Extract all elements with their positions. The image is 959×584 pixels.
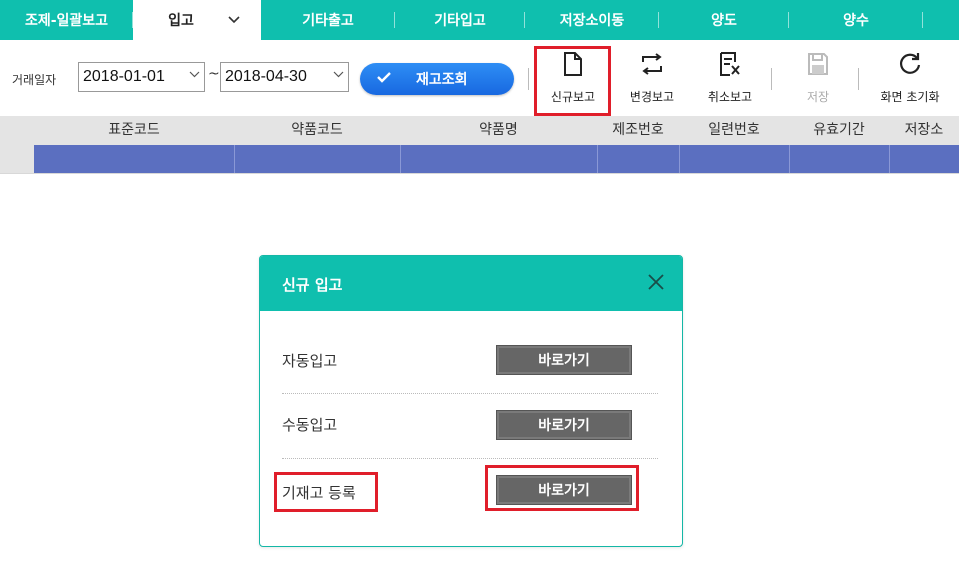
row-divider — [282, 458, 658, 459]
dialog-header: 신규 입고 — [260, 256, 682, 311]
existing-stock-label-highlight — [274, 472, 378, 512]
refresh-icon — [897, 48, 923, 80]
column-header-drug-code[interactable]: 약품코드 — [234, 116, 400, 145]
cancel-report-button[interactable]: 취소보고 — [698, 48, 762, 114]
reset-screen-button[interactable]: 화면 초기화 — [868, 48, 952, 114]
row-divider — [282, 393, 658, 394]
tab-dispense-batch-report[interactable]: 조제-일괄보고 — [0, 0, 133, 40]
grid-cell-divider — [400, 145, 401, 173]
tab-other-incoming[interactable]: 기타입고 — [395, 0, 525, 40]
toolbar-divider — [858, 68, 859, 90]
column-header-standard-code[interactable]: 표준코드 — [34, 116, 234, 145]
floppy-disk-icon — [807, 48, 829, 80]
grid-cell-divider — [789, 145, 790, 173]
dialog-title: 신규 입고 — [282, 276, 343, 294]
manual-receiving-go-button[interactable]: 바로가기 — [496, 410, 632, 440]
tab-receiving[interactable]: 입고 — [133, 0, 261, 40]
chevron-down-icon[interactable] — [189, 69, 200, 81]
end-date-input[interactable]: 2018-04-30 — [220, 62, 349, 92]
toolbar-divider — [771, 68, 772, 90]
tab-transfer-out[interactable]: 양도 — [659, 0, 789, 40]
date-range-separator: ~ — [208, 66, 220, 82]
table-row[interactable] — [34, 145, 959, 173]
column-header-storage[interactable]: 저장소 — [889, 116, 959, 145]
auto-receiving-go-button[interactable]: 바로가기 — [496, 345, 632, 375]
document-cancel-icon — [718, 48, 742, 80]
date-label: 거래일자 — [12, 73, 57, 87]
check-icon — [376, 71, 392, 87]
grid-header: 표준코드 약품코드 약품명 제조번호 일련번호 유효기간 저장소 — [0, 116, 959, 145]
row-header-cell — [0, 145, 34, 173]
chevron-down-icon[interactable] — [228, 13, 240, 27]
existing-stock-button-highlight — [485, 465, 639, 511]
grid-cell-divider — [597, 145, 598, 173]
chevron-down-icon[interactable] — [333, 69, 344, 81]
grid-cell-divider — [679, 145, 680, 173]
inventory-query-button[interactable]: 재고조회 — [360, 63, 514, 95]
tab-transfer-in[interactable]: 양수 — [789, 0, 923, 40]
swap-icon — [639, 48, 665, 80]
grid-cell-divider — [889, 145, 890, 173]
column-header-drug-name[interactable]: 약품명 — [400, 116, 597, 145]
top-tab-bar: 조제-일괄보고 입고 기타출고 기타입고 저장소이동 양도 양수 — [0, 0, 959, 40]
tab-storage-transfer[interactable]: 저장소이동 — [525, 0, 659, 40]
change-report-button[interactable]: 변경보고 — [620, 48, 684, 114]
column-header-expiry-date[interactable]: 유효기간 — [789, 116, 889, 145]
grid-cell-divider — [234, 145, 235, 173]
save-button[interactable]: 저장 — [786, 48, 850, 114]
column-header-serial-number[interactable]: 일련번호 — [679, 116, 789, 145]
new-report-highlight — [534, 46, 611, 116]
grid-bottom-border — [0, 173, 959, 174]
close-icon[interactable] — [644, 270, 668, 294]
tab-other-outgoing[interactable]: 기타출고 — [261, 0, 395, 40]
toolbar-divider — [528, 68, 529, 90]
auto-receiving-label: 자동입고 — [282, 352, 338, 370]
start-date-input[interactable]: 2018-01-01 — [78, 62, 205, 92]
tab-overflow — [923, 0, 959, 40]
column-header-lot-number[interactable]: 제조번호 — [597, 116, 679, 145]
manual-receiving-label: 수동입고 — [282, 416, 338, 434]
